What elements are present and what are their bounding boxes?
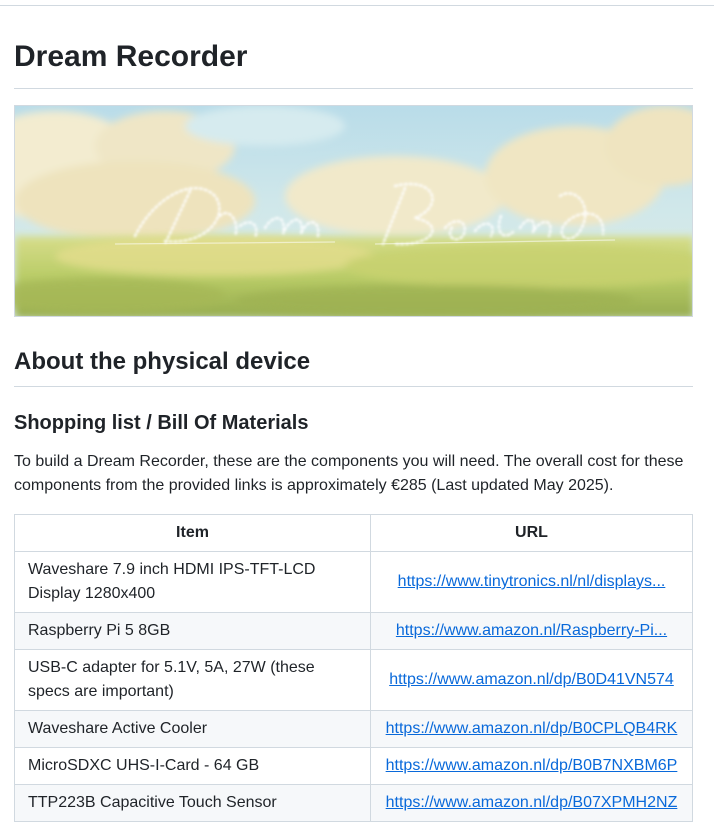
url-cell: https://www.tinytronics.nl/nl/displays..… <box>370 551 693 613</box>
product-link[interactable]: https://www.amazon.nl/dp/B0B7NXBM6P <box>386 757 678 774</box>
item-cell: TTP223B Capacitive Touch Sensor <box>14 784 371 822</box>
item-cell: USB-C adapter for 5.1V, 5A, 27W (these s… <box>14 649 371 711</box>
table-row: MicroSDXC UHS-I-Card - 64 GB https://www… <box>14 747 693 785</box>
item-cell: Raspberry Pi 5 8GB <box>14 612 371 650</box>
table-row: TTP223B Capacitive Touch Sensor https://… <box>14 784 693 822</box>
url-cell: https://www.amazon.nl/dp/B0CPLQB4RK <box>370 710 693 748</box>
product-link[interactable]: https://www.tinytronics.nl/nl/displays..… <box>398 573 666 590</box>
intro-paragraph: To build a Dream Recorder, these are the… <box>14 453 684 494</box>
product-link[interactable]: https://www.amazon.nl/dp/B0D41VN574 <box>389 671 674 688</box>
column-header-url: URL <box>370 514 693 552</box>
bill-of-materials-table: Item URL Waveshare 7.9 inch HDMI IPS-TFT… <box>14 514 693 822</box>
product-link[interactable]: https://www.amazon.nl/Raspberry-Pi... <box>396 622 667 639</box>
item-cell: Waveshare 7.9 inch HDMI IPS-TFT-LCD Disp… <box>14 551 371 613</box>
table-row: Waveshare Active Cooler https://www.amaz… <box>14 710 693 748</box>
url-cell: https://www.amazon.nl/dp/B07XPMH2NZ <box>370 784 693 822</box>
product-link[interactable]: https://www.amazon.nl/dp/B07XPMH2NZ <box>386 794 678 811</box>
product-link[interactable]: https://www.amazon.nl/dp/B0CPLQB4RK <box>386 720 678 737</box>
subsection-heading: Shopping list / Bill Of Materials <box>14 412 309 434</box>
table-row: USB-C adapter for 5.1V, 5A, 27W (these s… <box>14 649 693 711</box>
item-cell: MicroSDXC UHS-I-Card - 64 GB <box>14 747 371 785</box>
table-header-row: Item URL <box>14 514 693 552</box>
url-cell: https://www.amazon.nl/dp/B0B7NXBM6P <box>370 747 693 785</box>
page-title: Dream Recorder <box>14 6 693 89</box>
item-cell: Waveshare Active Cooler <box>14 710 371 748</box>
url-cell: https://www.amazon.nl/dp/B0D41VN574 <box>370 649 693 711</box>
url-cell: https://www.amazon.nl/Raspberry-Pi... <box>370 612 693 650</box>
readme-content: Dream Recorder About the physical device… <box>14 6 693 822</box>
column-header-item: Item <box>14 514 371 552</box>
table-row: Waveshare 7.9 inch HDMI IPS-TFT-LCD Disp… <box>14 551 693 613</box>
table-row: Raspberry Pi 5 8GB https://www.amazon.nl… <box>14 612 693 650</box>
section-heading: About the physical device <box>14 347 693 387</box>
dream-recorder-banner-image <box>14 105 693 317</box>
